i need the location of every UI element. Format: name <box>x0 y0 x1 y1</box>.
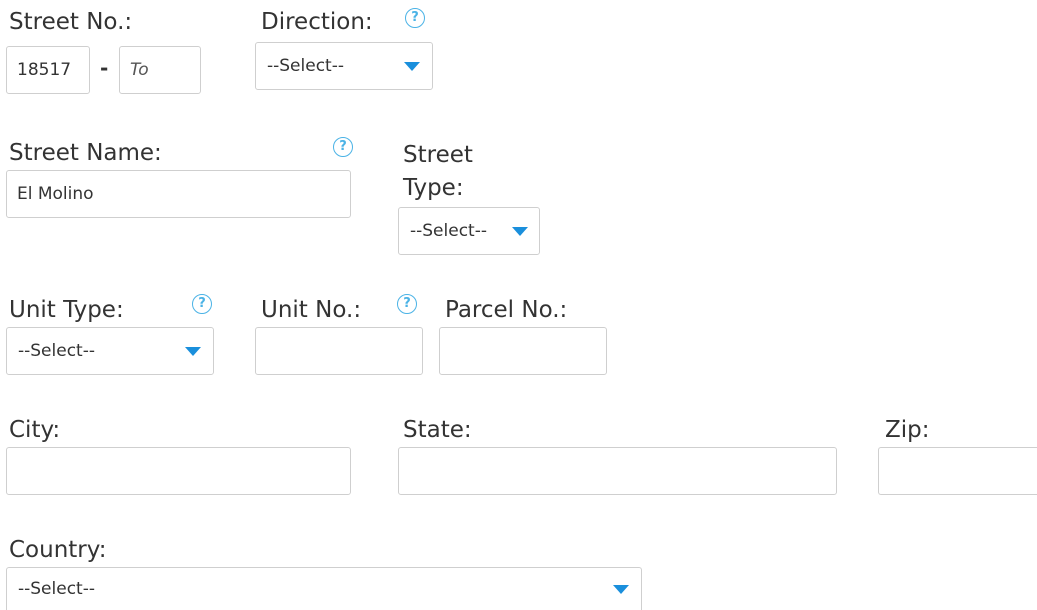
street-type-select[interactable]: --Select-- <box>398 207 540 255</box>
caret-down-icon <box>404 62 420 71</box>
street-no-to-input[interactable] <box>119 46 201 94</box>
country-selected-value: --Select-- <box>18 579 95 599</box>
zip-input[interactable] <box>878 447 1037 495</box>
street-name-help-icon[interactable]: ? <box>333 137 353 157</box>
unit-type-selected-value: --Select-- <box>18 341 95 361</box>
street-no-separator: - <box>100 56 109 80</box>
state-input[interactable] <box>398 447 837 495</box>
street-type-selected-value: --Select-- <box>410 221 487 241</box>
unit-no-input[interactable] <box>255 327 423 375</box>
country-label: Country: <box>9 537 107 563</box>
unit-type-help-icon[interactable]: ? <box>192 294 212 314</box>
direction-select[interactable]: --Select-- <box>255 42 433 90</box>
street-name-input[interactable] <box>6 170 351 218</box>
unit-no-help-icon[interactable]: ? <box>397 294 417 314</box>
city-label: City: <box>9 417 61 443</box>
direction-help-icon[interactable]: ? <box>405 8 425 28</box>
street-no-from-input[interactable] <box>6 46 90 94</box>
caret-down-icon <box>613 585 629 594</box>
parcel-no-input[interactable] <box>439 327 607 375</box>
street-type-label-line2: Type: <box>403 175 464 201</box>
unit-type-select[interactable]: --Select-- <box>6 327 214 375</box>
unit-type-label: Unit Type: <box>9 297 124 323</box>
direction-selected-value: --Select-- <box>267 56 344 76</box>
unit-no-label: Unit No.: <box>261 297 362 323</box>
state-label: State: <box>403 417 472 443</box>
caret-down-icon <box>512 227 528 236</box>
parcel-no-label: Parcel No.: <box>445 297 568 323</box>
zip-label: Zip: <box>885 417 930 443</box>
city-input[interactable] <box>6 447 351 495</box>
direction-label: Direction: <box>261 9 373 35</box>
street-no-label: Street No.: <box>9 9 133 35</box>
country-select[interactable]: --Select-- <box>6 567 642 610</box>
street-name-label: Street Name: <box>9 140 162 166</box>
street-type-label-line1: Street <box>403 142 473 168</box>
caret-down-icon <box>185 347 201 356</box>
